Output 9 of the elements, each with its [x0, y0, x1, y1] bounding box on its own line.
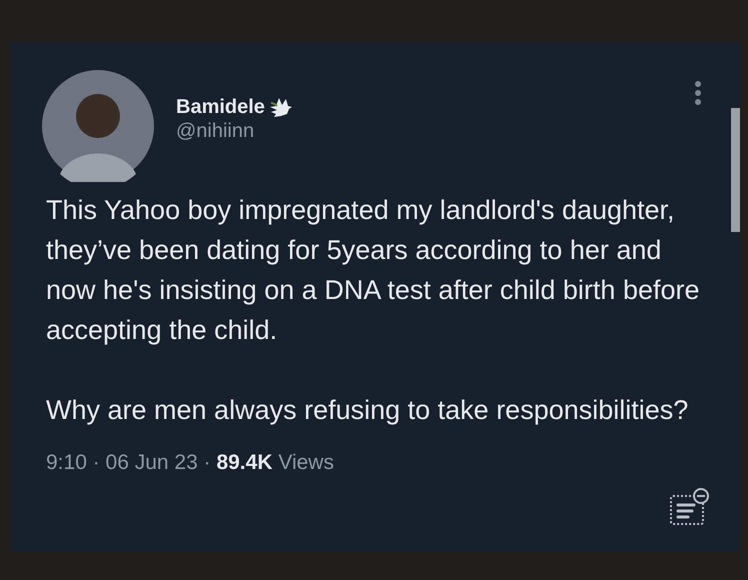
dove-icon	[268, 96, 294, 118]
tweet-text: Why are men always refusing to take responsibilities?	[46, 394, 690, 427]
user-handle: @nihiinn	[176, 120, 256, 143]
scrollbar[interactable]	[731, 108, 740, 232]
display-name: Bamidele	[176, 96, 265, 119]
summary-icon[interactable]	[668, 488, 710, 528]
tweet-metadata: 9:10 · 06 Jun 23 · 89.4K Views	[46, 451, 335, 475]
tweet-text: This Yahoo boy impregnated my landlord's daughter, they’ve been dating for 5years according to her and now he's insisting on a DNA test after child birth before accepting the child.	[46, 194, 700, 347]
more-options-icon[interactable]	[694, 80, 702, 106]
